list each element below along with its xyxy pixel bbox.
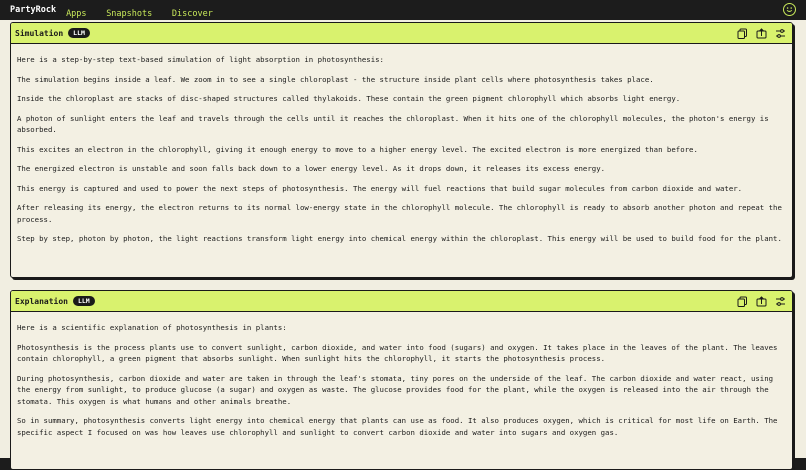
copy-icon[interactable] bbox=[736, 295, 748, 307]
output-paragraph: Photosynthesis is the process plants use… bbox=[17, 342, 778, 364]
export-icon[interactable] bbox=[755, 27, 767, 39]
output-paragraph: This energy is captured and used to powe… bbox=[17, 183, 743, 193]
nav-link-discover[interactable]: Discover bbox=[172, 9, 213, 19]
settings-sliders-icon[interactable] bbox=[774, 27, 786, 39]
settings-sliders-icon[interactable] bbox=[774, 295, 786, 307]
widget-title: Simulation bbox=[15, 28, 64, 38]
output-paragraph: After releasing its energy, the electron… bbox=[17, 203, 782, 224]
output-paragraph: So in summary, photosynthesis converts l… bbox=[17, 416, 778, 437]
widget-title: Explanation bbox=[15, 296, 68, 306]
llm-badge: LLM bbox=[68, 28, 90, 38]
main-nav: Apps Snapshots Discover bbox=[66, 1, 223, 20]
copy-icon[interactable] bbox=[736, 27, 748, 39]
nav-link-snapshots[interactable]: Snapshots bbox=[106, 9, 152, 19]
output-paragraph: Step by step, photon by photon, the ligh… bbox=[17, 234, 782, 243]
output-paragraph: The energized electron is unstable and s… bbox=[17, 164, 606, 173]
widget-toolbar bbox=[736, 295, 786, 307]
output-paragraph: Here is a step-by-step text-based simula… bbox=[17, 55, 384, 64]
widget-toolbar bbox=[736, 27, 786, 39]
main-content: Simulation LLM Here is a step-by-step te… bbox=[0, 20, 806, 470]
brand-logo[interactable]: PartyRock bbox=[10, 5, 56, 15]
output-paragraph: Here is a scientific explanation of phot… bbox=[17, 323, 287, 332]
output-paragraph: The simulation begins inside a leaf. We … bbox=[17, 74, 654, 84]
output-paragraph: During photosynthesis, carbon dioxide an… bbox=[17, 373, 774, 406]
explanation-widget-header: Explanation LLM bbox=[11, 291, 792, 312]
simulation-output: Here is a step-by-step text-based simula… bbox=[11, 44, 792, 245]
explanation-widget: Explanation LLM Here is a scientific exp… bbox=[10, 290, 793, 470]
output-paragraph: A photon of sunlight enters the leaf and… bbox=[17, 113, 769, 135]
export-icon[interactable] bbox=[755, 295, 767, 307]
output-paragraph: Inside the chloroplast are stacks of dis… bbox=[17, 94, 681, 103]
llm-badge: LLM bbox=[72, 296, 95, 306]
nav-link-apps[interactable]: Apps bbox=[66, 9, 86, 19]
simulation-widget: Simulation LLM Here is a step-by-step te… bbox=[10, 22, 793, 278]
top-navigation-bar: PartyRock Apps Snapshots Discover bbox=[0, 0, 806, 20]
smiley-face-icon[interactable] bbox=[783, 3, 796, 16]
explanation-output: Here is a scientific explanation of phot… bbox=[11, 312, 792, 438]
output-paragraph: This excites an electron in the chloroph… bbox=[17, 144, 698, 154]
simulation-widget-header: Simulation LLM bbox=[11, 23, 792, 44]
